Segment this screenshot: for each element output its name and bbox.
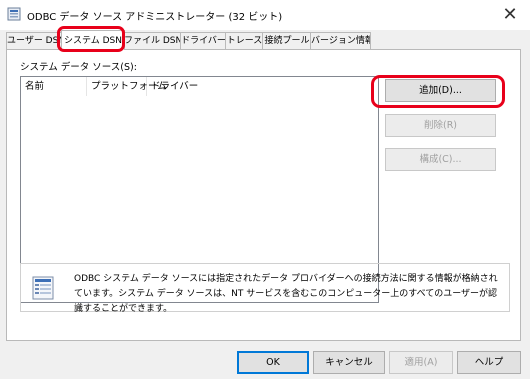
system-dsn-panel: システム データ ソース(S): 名前 プラットフォーム ドライバー 追加(D)… [6,49,521,341]
tab-tracing[interactable]: トレース [225,32,264,49]
configure-button[interactable]: 構成(C)... [385,148,496,171]
column-header-platform[interactable]: プラットフォーム [87,77,167,96]
tab-system-dsn[interactable]: システム DSN [61,30,125,50]
ok-button[interactable]: OK [237,351,309,374]
help-button[interactable]: ヘルプ [457,351,521,374]
column-header-driver[interactable]: ドライバー [147,77,267,96]
tab-user-dsn[interactable]: ユーザー DSN [6,32,63,49]
tab-drivers[interactable]: ドライバー [180,32,227,49]
tab-about[interactable]: バージョン情報 [310,32,371,49]
cancel-button[interactable]: キャンセル [313,351,385,374]
tab-connection-pooling[interactable]: 接続プール [262,32,312,49]
column-header-name[interactable]: 名前 [21,77,87,96]
tab-file-dsn[interactable]: ファイル DSN [123,32,182,49]
title-bar: ODBC データ ソース アドミニストレーター (32 ビット) ✕ [0,0,530,30]
remove-button[interactable]: 削除(R) [385,114,496,137]
close-icon[interactable]: ✕ [490,0,530,30]
info-box: ODBC システム データ ソースには指定されたデータ プロバイダーへの接続方法… [20,263,510,314]
info-description: ODBC システム データ ソースには指定されたデータ プロバイダーへの接続方法… [74,274,498,314]
database-list-icon [32,276,54,300]
system-data-sources-label: システム データ ソース(S): [20,62,137,73]
odbc-app-icon [7,7,21,21]
list-header: 名前 プラットフォーム ドライバー [21,77,378,96]
apply-button[interactable]: 適用(A) [389,351,453,374]
add-button[interactable]: 追加(D)... [385,79,496,102]
window-title: ODBC データ ソース アドミニストレーター (32 ビット) [27,12,283,23]
